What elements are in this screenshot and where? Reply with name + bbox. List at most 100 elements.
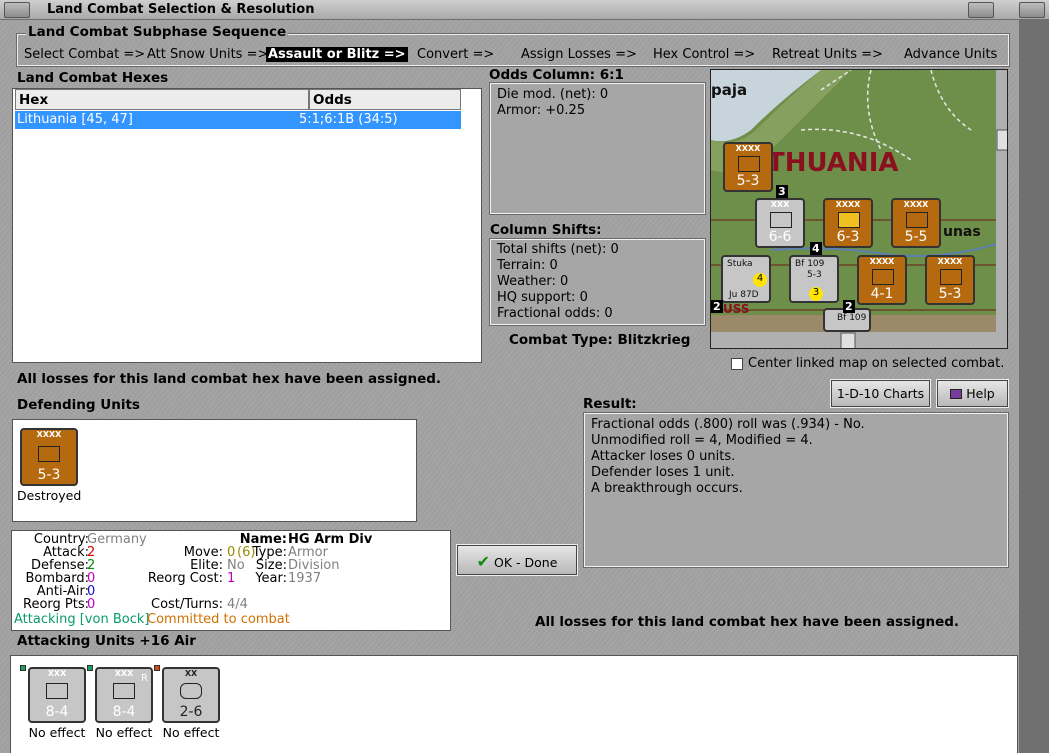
unit-status: No effect	[95, 725, 153, 740]
help-label: Help	[966, 386, 995, 401]
year-label: Year:	[255, 571, 287, 586]
map-counter-3[interactable]: XXXX 6-3	[823, 198, 873, 248]
combat-map[interactable]: paja THUANIA unas USS XXXX 5-3 XXX 6-6 X…	[710, 69, 1008, 349]
table-row[interactable]: Lithuania [45, 47] 5:1;6:1B (34:5)	[15, 111, 461, 129]
map-hscroll-thumb	[840, 332, 856, 348]
counter-value: 6-3	[836, 229, 860, 245]
defending-unit-counter[interactable]: XXXX 5-3	[20, 428, 78, 486]
cell-odds: 5:1;6:1B (34:5)	[299, 112, 398, 127]
hexes-table: Hex Odds Lithuania [45, 47] 5:1;6:1B (34…	[12, 88, 482, 363]
step-select-combat: Select Combat =>	[24, 47, 146, 62]
step-att-snow-units: Att Snow Units =>	[147, 47, 269, 62]
cost-turns-value: 4/4	[227, 597, 248, 612]
counter-value: 2-6	[179, 704, 203, 720]
counter-size: XXX	[770, 200, 790, 209]
air-value: 3	[809, 287, 823, 301]
status-led-icon	[154, 665, 160, 671]
hq-support-text: HQ support: 0	[497, 290, 588, 305]
map-river	[770, 239, 1007, 257]
step-assault-or-blitz: Assault or Blitz =>	[266, 47, 408, 62]
air-name: Bf 109	[837, 313, 867, 323]
map-counter-6[interactable]: XXXX 5-3	[925, 255, 975, 305]
attacking-unit-1[interactable]: XXX 8-4 No effect	[20, 665, 86, 747]
die-mod-text: Die mod. (net): 0	[497, 87, 609, 102]
result-line: Defender loses 1 unit.	[591, 465, 735, 480]
infantry-icon	[738, 156, 760, 172]
air-stat: 5-3	[807, 270, 822, 280]
center-map-checkbox[interactable]	[731, 358, 743, 370]
shifts-panel: Total shifts (net): 0 Terrain: 0 Weather…	[489, 238, 706, 326]
counter-size: XXXX	[937, 257, 963, 266]
counter-value: 5-3	[37, 467, 61, 483]
minimize-button[interactable]	[968, 2, 994, 18]
unit-status: No effect	[162, 725, 220, 740]
losses-status-text: All losses for this land combat hex have…	[17, 371, 442, 387]
map-counter-4[interactable]: XXXX 5-5	[891, 198, 941, 248]
result-panel: Fractional odds (.800) roll was (.934) -…	[583, 412, 1009, 568]
counter-size: XX	[184, 669, 198, 678]
counter-value: 4-1	[870, 286, 894, 302]
help-book-icon	[950, 389, 963, 399]
air-value: 4	[753, 273, 767, 287]
result-title: Result:	[583, 396, 637, 412]
ok-done-button[interactable]: ✔ OK - Done	[456, 544, 578, 576]
mech-icon	[770, 212, 792, 228]
map-town-label-right: unas	[943, 224, 981, 240]
map-vscroll-thumb	[996, 129, 1007, 151]
result-line: A breakthrough occurs.	[591, 481, 743, 496]
status-led-icon	[87, 665, 93, 671]
map-vscroll[interactable]	[996, 70, 1008, 349]
map-counter-1[interactable]: XXXX 5-3	[723, 142, 773, 192]
help-button[interactable]: Help	[936, 379, 1009, 408]
armor-mod-text: Armor: +0.25	[497, 103, 586, 118]
counter-size: XXXX	[903, 200, 929, 209]
step-convert: Convert =>	[417, 47, 495, 62]
step-advance-units: Advance Units	[904, 47, 998, 62]
title-bar: Land Combat Selection & Resolution	[0, 0, 1049, 20]
sequence-title: Land Combat Subphase Sequence	[26, 24, 289, 40]
attacking-panel: XXX 8-4 No effect XXX 8-4 R No effect XX…	[10, 655, 1018, 753]
unit-tag: R	[141, 673, 148, 684]
status-led-icon	[20, 665, 26, 671]
weather-shift-text: Weather: 0	[497, 274, 569, 289]
map-region-label: THUANIA	[767, 148, 899, 178]
air-counter-bf109[interactable]: Bf 109 5-3 3	[789, 255, 839, 303]
reorg-cost-label: Reorg Cost:	[147, 571, 223, 586]
counter-size: XXXX	[835, 200, 861, 209]
infantry-icon	[940, 269, 962, 285]
air-counter-stuka[interactable]: Stuka 4 Ju 87D	[721, 255, 771, 303]
combat-explosion-icon	[838, 212, 860, 228]
hex-number: 2	[843, 300, 855, 313]
close-button[interactable]	[1019, 2, 1045, 18]
air-name: Bf 109	[795, 259, 825, 269]
infantry-icon	[906, 212, 928, 228]
counter-value: 5-3	[736, 173, 760, 189]
cell-hex: Lithuania [45, 47]	[17, 112, 133, 127]
attacking-unit-3[interactable]: XX 2-6 No effect	[154, 665, 220, 747]
charts-button[interactable]: 1-D-10 Charts	[830, 379, 931, 408]
counter-value: 5-5	[904, 229, 928, 245]
map-counter-5[interactable]: XXXX 4-1	[857, 255, 907, 305]
motorized-icon	[113, 683, 135, 699]
reorg-cost-value: 1	[227, 571, 236, 586]
year-value: 1937	[288, 571, 322, 586]
map-counter-2[interactable]: XXX 6-6	[755, 198, 805, 248]
col-header-odds[interactable]: Odds	[309, 89, 461, 110]
counter-value: 8-4	[112, 704, 136, 720]
counter-value: 8-4	[45, 704, 69, 720]
checkmark-icon: ✔	[476, 552, 491, 571]
infantry-icon	[872, 269, 894, 285]
attacking-unit-2[interactable]: XXX 8-4 R No effect	[87, 665, 153, 747]
background-map-strip	[1019, 20, 1049, 753]
attacking-commander: Attacking [von Bock]	[14, 612, 150, 627]
map-town-label: paja	[711, 81, 748, 99]
system-menu-button[interactable]	[4, 2, 30, 18]
defending-title: Defending Units	[17, 397, 140, 413]
center-map-label: Center linked map on selected combat.	[748, 356, 1005, 371]
col-header-hex[interactable]: Hex	[15, 89, 309, 110]
attacking-title: Attacking Units +16 Air	[17, 633, 196, 649]
hexes-title: Land Combat Hexes	[17, 70, 169, 86]
infantry-icon	[38, 446, 60, 462]
counter-size: XXXX	[735, 144, 761, 153]
combat-type: Combat Type: Blitzkrieg	[509, 332, 691, 348]
